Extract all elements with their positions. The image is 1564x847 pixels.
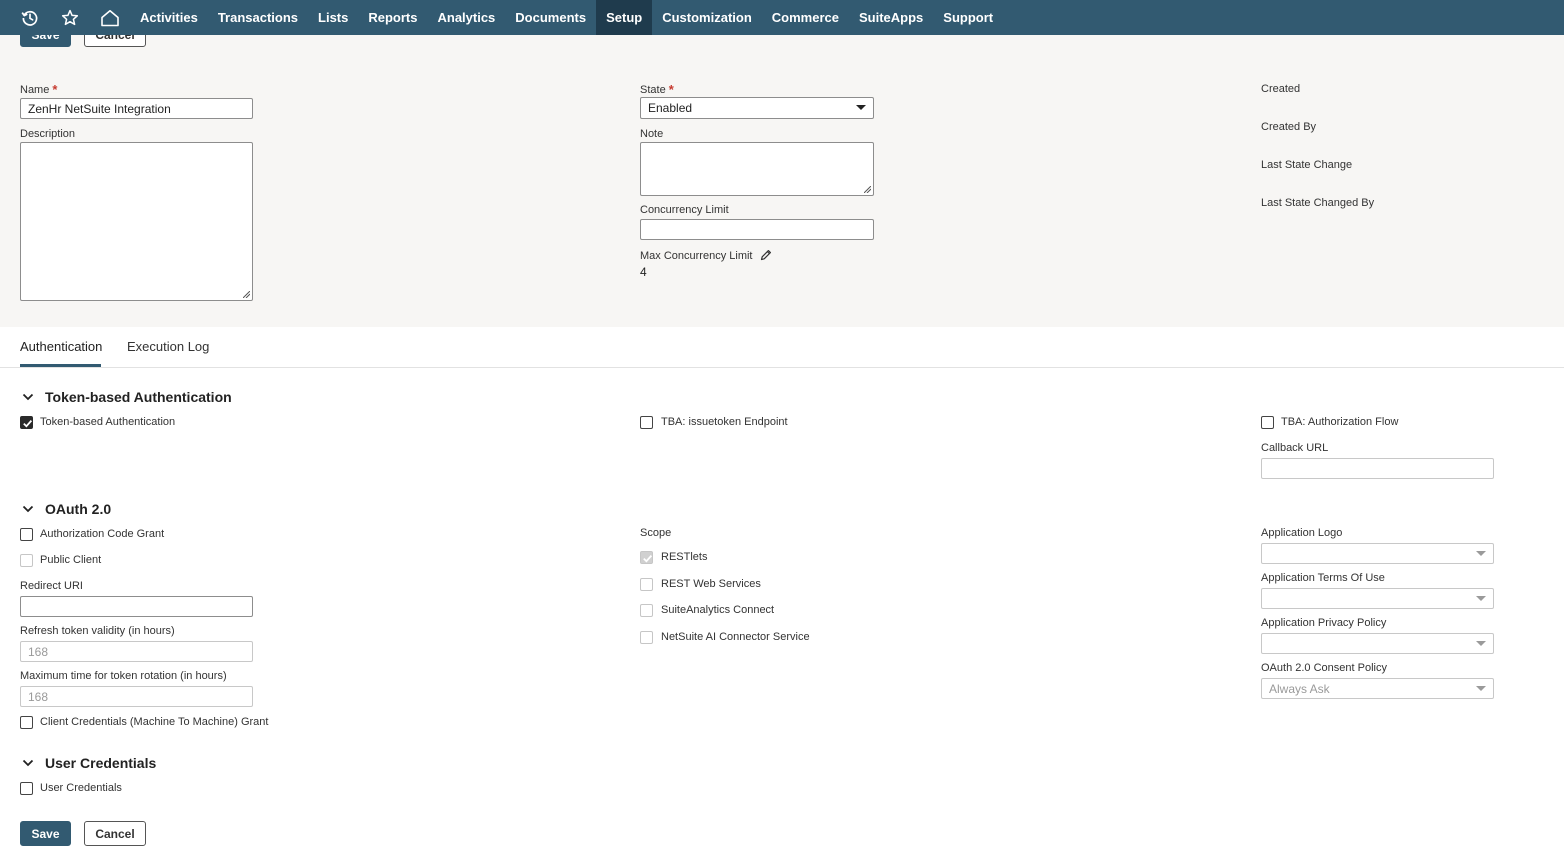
app-logo-label: Application Logo xyxy=(1261,527,1343,539)
tab-execution-log[interactable]: Execution Log xyxy=(127,339,209,354)
chevron-down-icon xyxy=(856,105,866,110)
description-label: Description xyxy=(20,128,76,140)
consent-policy-value: Always Ask xyxy=(1269,681,1330,696)
chevron-down-icon xyxy=(1476,641,1486,646)
state-select[interactable]: Enabled xyxy=(640,97,874,119)
star-icon[interactable] xyxy=(50,0,90,35)
chevron-down-icon xyxy=(22,505,34,513)
scope-ai-connector-label: NetSuite AI Connector Service xyxy=(661,631,810,643)
nav-setup[interactable]: Setup xyxy=(596,0,653,35)
chevron-down-icon xyxy=(1476,551,1486,556)
section-token-based-authentication[interactable]: Token-based Authentication xyxy=(22,389,232,405)
scope-suiteanalytics-checkbox[interactable] xyxy=(640,604,653,617)
state-label: State * xyxy=(640,82,674,97)
callback-url-label: Callback URL xyxy=(1261,442,1329,454)
resize-grip-icon[interactable] xyxy=(243,291,250,298)
top-navigation: Activities Transactions Lists Reports An… xyxy=(0,0,1564,35)
created-by-label: Created By xyxy=(1261,121,1317,133)
state-select-value: Enabled xyxy=(648,101,693,115)
scope-suiteanalytics-label: SuiteAnalytics Connect xyxy=(661,604,775,616)
client-credentials-label: Client Credentials (Machine To Machine) … xyxy=(40,716,269,728)
section-oauth-2[interactable]: OAuth 2.0 xyxy=(22,501,111,517)
client-credentials-checkbox[interactable] xyxy=(20,716,33,729)
max-concurrency-value: 4 xyxy=(640,265,647,279)
chevron-down-icon xyxy=(22,393,34,401)
nav-lists[interactable]: Lists xyxy=(308,0,358,35)
app-terms-label: Application Terms Of Use xyxy=(1261,572,1385,584)
consent-policy-label: OAuth 2.0 Consent Policy xyxy=(1261,662,1387,674)
nav-reports[interactable]: Reports xyxy=(358,0,427,35)
token-rotation-label: Maximum time for token rotation (in hour… xyxy=(20,670,227,682)
redirect-uri-label: Redirect URI xyxy=(20,580,83,592)
app-privacy-select[interactable] xyxy=(1261,633,1494,654)
created-label: Created xyxy=(1261,83,1301,95)
tba-checkbox[interactable] xyxy=(20,416,33,429)
cancel-button[interactable]: Cancel xyxy=(84,821,146,846)
refresh-token-input[interactable]: 168 xyxy=(20,641,253,662)
home-icon[interactable] xyxy=(90,0,130,35)
scope-restlets-checkbox[interactable] xyxy=(640,551,653,564)
scope-rest-web-services-checkbox[interactable] xyxy=(640,578,653,591)
user-credentials-checkbox[interactable] xyxy=(20,782,33,795)
pencil-icon[interactable] xyxy=(760,249,772,261)
concurrency-limit-label: Concurrency Limit xyxy=(640,204,729,216)
app-terms-select[interactable] xyxy=(1261,588,1494,609)
tba-auth-flow-label: TBA: Authorization Flow xyxy=(1281,416,1399,428)
user-credentials-label: User Credentials xyxy=(40,782,122,794)
tba-issuetoken-label: TBA: issuetoken Endpoint xyxy=(661,416,788,428)
section-user-credentials[interactable]: User Credentials xyxy=(22,755,156,771)
app-privacy-label: Application Privacy Policy xyxy=(1261,617,1387,629)
nav-activities[interactable]: Activities xyxy=(130,0,208,35)
chevron-down-icon xyxy=(1476,596,1486,601)
refresh-token-label: Refresh token validity (in hours) xyxy=(20,625,175,637)
last-state-change-label: Last State Change xyxy=(1261,159,1353,171)
scope-rest-web-services-label: REST Web Services xyxy=(661,578,761,590)
name-label: Name * xyxy=(20,82,58,97)
app-logo-select[interactable] xyxy=(1261,543,1494,564)
tba-auth-flow-checkbox[interactable] xyxy=(1261,416,1274,429)
scope-label: Scope xyxy=(640,527,672,539)
nav-documents[interactable]: Documents xyxy=(505,0,596,35)
resize-grip-icon[interactable] xyxy=(864,186,871,193)
tba-issuetoken-checkbox[interactable] xyxy=(640,416,653,429)
callback-url-input[interactable] xyxy=(1261,458,1494,479)
consent-policy-select[interactable]: Always Ask xyxy=(1261,678,1494,699)
tab-authentication[interactable]: Authentication xyxy=(20,339,102,354)
save-button[interactable]: Save xyxy=(20,821,71,846)
nav-analytics[interactable]: Analytics xyxy=(427,0,505,35)
nav-transactions[interactable]: Transactions xyxy=(208,0,308,35)
redirect-uri-input[interactable] xyxy=(20,596,253,617)
description-textarea[interactable] xyxy=(20,142,253,301)
nav-suiteapps[interactable]: SuiteApps xyxy=(849,0,933,35)
auth-code-grant-checkbox[interactable] xyxy=(20,528,33,541)
public-client-checkbox[interactable] xyxy=(20,554,33,567)
chevron-down-icon xyxy=(22,759,34,767)
note-label: Note xyxy=(640,128,664,140)
max-concurrency-label: Max Concurrency Limit xyxy=(640,249,772,262)
concurrency-limit-input[interactable] xyxy=(640,219,874,240)
nav-commerce[interactable]: Commerce xyxy=(762,0,849,35)
token-rotation-input[interactable]: 168 xyxy=(20,686,253,707)
chevron-down-icon xyxy=(1476,686,1486,691)
note-textarea[interactable] xyxy=(640,142,874,196)
tab-divider xyxy=(0,367,1564,368)
name-input[interactable]: ZenHr NetSuite Integration xyxy=(20,98,253,119)
history-icon[interactable] xyxy=(10,0,50,35)
tba-checkbox-label: Token-based Authentication xyxy=(40,416,176,428)
auth-code-grant-label: Authorization Code Grant xyxy=(40,528,165,540)
public-client-label: Public Client xyxy=(40,554,102,566)
scope-restlets-label: RESTlets xyxy=(661,551,708,563)
nav-support[interactable]: Support xyxy=(933,0,1003,35)
nav-customization[interactable]: Customization xyxy=(652,0,762,35)
scope-ai-connector-checkbox[interactable] xyxy=(640,631,653,644)
last-state-changed-by-label: Last State Changed By xyxy=(1261,197,1375,209)
